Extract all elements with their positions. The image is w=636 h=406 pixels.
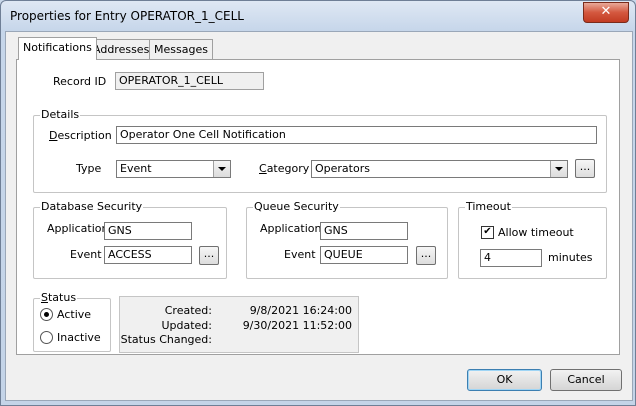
category-value: Operators [315, 162, 370, 175]
queue-event-browse-button[interactable]: ... [416, 246, 436, 265]
close-button[interactable]: ✕ [583, 2, 629, 23]
queue-application-label: Application [260, 222, 322, 235]
db-event-label: Event [70, 248, 102, 261]
db-event-input[interactable]: ACCESS [104, 246, 192, 264]
type-label: Type [76, 162, 102, 175]
updated-value: 9/30/2021 11:52:00 [242, 319, 352, 332]
tab-addresses[interactable]: Addresses [88, 39, 155, 59]
category-label: Category [259, 162, 310, 175]
db-application-input[interactable]: GNS [104, 222, 192, 240]
timeout-group: Timeout ✔ Allow timeout 4 minutes [458, 200, 607, 279]
chevron-down-icon[interactable] [213, 161, 230, 177]
allow-timeout-checkbox[interactable]: ✔ [481, 226, 494, 239]
details-group-title: Details [40, 108, 81, 121]
queue-event-input[interactable]: QUEUE [320, 246, 408, 264]
timeout-unit-label: minutes [548, 251, 593, 264]
ok-button[interactable]: OK [467, 369, 542, 391]
database-security-group: Database Security Application GNS Event … [33, 200, 227, 279]
queue-application-input[interactable]: GNS [320, 222, 408, 240]
type-select[interactable]: Event [116, 160, 231, 178]
created-value: 9/8/2021 16:24:00 [249, 304, 352, 317]
description-label: Description [49, 129, 112, 142]
status-active-label: Active [57, 308, 92, 321]
status-inactive-label: Inactive [57, 331, 101, 344]
status-group: Status Active Inactive [33, 291, 111, 352]
type-value: Event [120, 162, 152, 175]
record-id-field: OPERATOR_1_CELL [115, 72, 264, 90]
timeout-title: Timeout [465, 200, 512, 213]
timestamps-panel: Created: 9/8/2021 16:24:00 Updated: 9/30… [119, 296, 359, 353]
queue-security-group: Queue Security Application GNS Event QUE… [246, 200, 448, 279]
chevron-down-icon[interactable] [550, 161, 567, 177]
category-browse-button[interactable]: ... [575, 159, 595, 178]
details-group: Details Description Operator One Cell No… [33, 108, 607, 193]
notifications-panel: Record ID OPERATOR_1_CELL Details Descri… [16, 59, 620, 355]
queue-event-label: Event [284, 248, 316, 261]
updated-label: Updated: [161, 319, 212, 332]
db-application-label: Application [47, 222, 109, 235]
dialog-client-area: Notifications Addresses Messages Record … [5, 31, 633, 401]
database-security-title: Database Security [40, 200, 144, 213]
queue-security-title: Queue Security [253, 200, 340, 213]
tab-messages[interactable]: Messages [149, 39, 213, 59]
timeout-minutes-input[interactable]: 4 [480, 249, 542, 267]
properties-dialog: Properties for Entry OPERATOR_1_CELL ✕ N… [0, 0, 636, 406]
tab-notifications[interactable]: Notifications [18, 37, 97, 60]
category-select[interactable]: Operators [311, 160, 568, 178]
status-inactive-radio[interactable] [40, 331, 53, 344]
cancel-button[interactable]: Cancel [550, 369, 622, 391]
status-title: Status [40, 291, 78, 304]
title-bar: Properties for Entry OPERATOR_1_CELL ✕ [1, 1, 635, 31]
record-id-label: Record ID [53, 75, 107, 88]
status-changed-label: Status Changed: [120, 333, 212, 346]
db-event-browse-button[interactable]: ... [199, 246, 219, 265]
status-active-radio[interactable] [40, 308, 53, 321]
allow-timeout-label: Allow timeout [498, 226, 574, 239]
window-title: Properties for Entry OPERATOR_1_CELL [10, 9, 244, 23]
description-input[interactable]: Operator One Cell Notification [116, 126, 597, 144]
created-label: Created: [164, 304, 212, 317]
